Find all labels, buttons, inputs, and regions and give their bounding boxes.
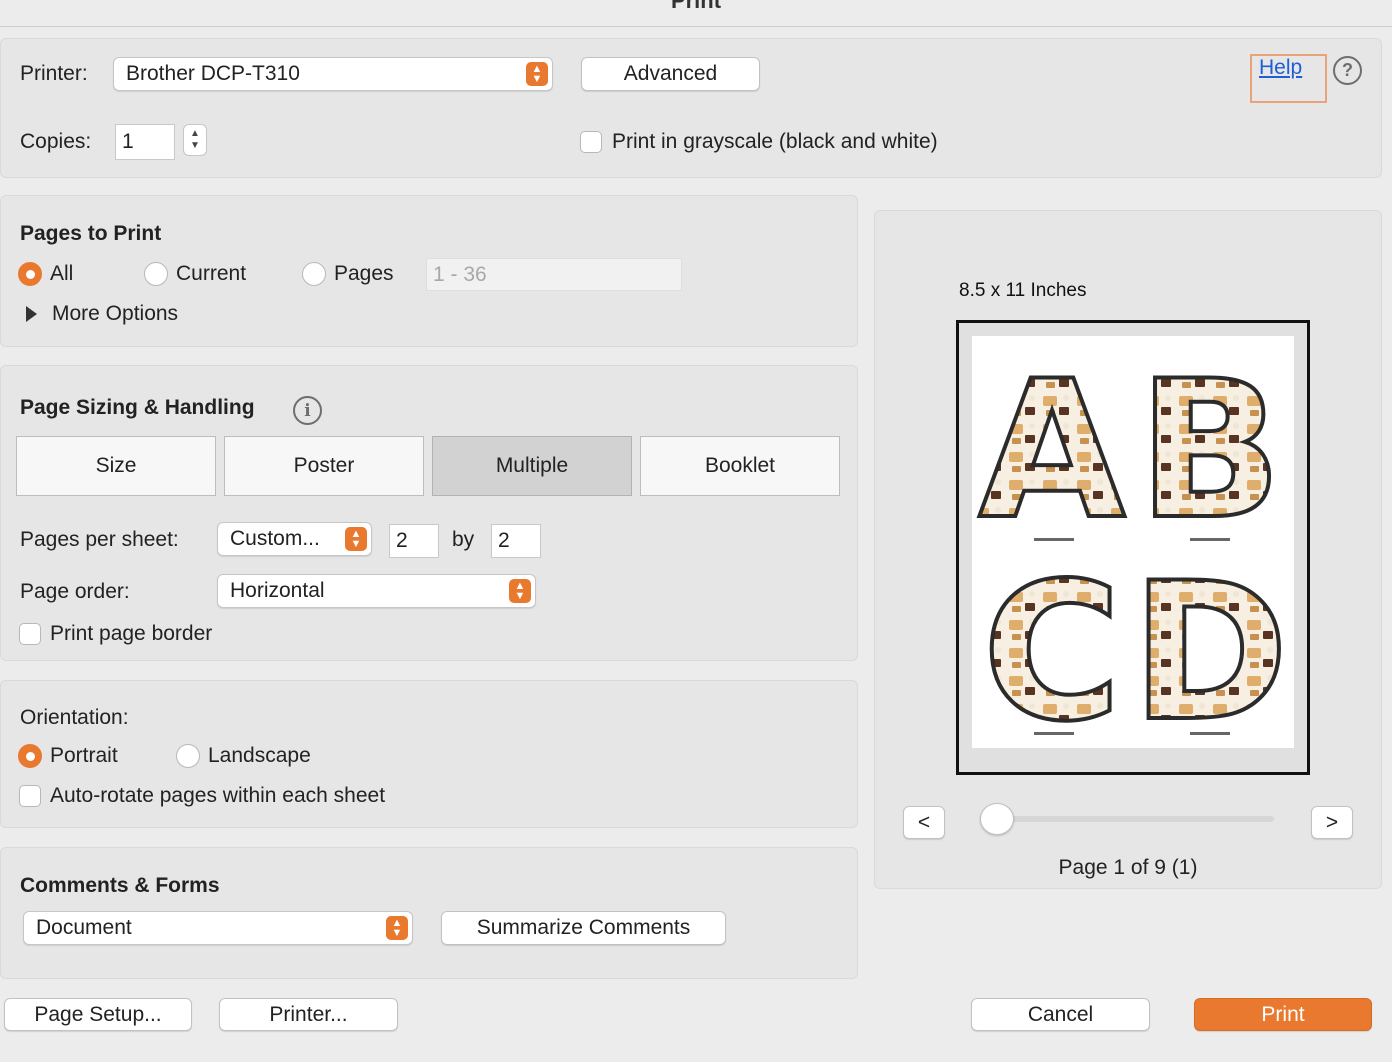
chevron-updown-icon: ▲ ▼	[345, 527, 367, 551]
columns-input[interactable]: 2	[389, 524, 439, 558]
advanced-button[interactable]: Advanced	[581, 57, 760, 91]
radio-all-label: All	[50, 262, 74, 285]
pages-per-sheet-select[interactable]: Custom... ▲ ▼	[217, 522, 372, 556]
by-label: by	[452, 528, 475, 551]
grayscale-label: Print in grayscale (black and white)	[612, 130, 938, 153]
printer-select[interactable]: Brother DCP-T310 ▲ ▼	[113, 57, 553, 91]
tab-poster[interactable]: Poster	[224, 436, 424, 496]
copies-stepper[interactable]: ▲ ▼	[183, 124, 207, 156]
stepper-down-icon[interactable]: ▼	[190, 140, 200, 152]
radio-portrait[interactable]	[18, 744, 42, 768]
auto-rotate-checkbox[interactable]	[19, 785, 41, 807]
more-options-label[interactable]: More Options	[52, 302, 178, 326]
copies-input[interactable]: 1	[115, 124, 175, 160]
grayscale-checkbox[interactable]	[580, 131, 602, 153]
info-icon[interactable]: i	[293, 396, 322, 425]
print-button[interactable]: Print	[1194, 998, 1372, 1031]
page-setup-button[interactable]: Page Setup...	[4, 998, 192, 1031]
preview-caption-mark	[1190, 538, 1230, 541]
preview-letter-a: A	[978, 340, 1125, 561]
preview-letters: A B C D	[976, 338, 1290, 765]
comments-forms-select[interactable]: Document ▲ ▼	[23, 911, 413, 945]
page-range-input[interactable]: 1 - 36	[426, 258, 682, 291]
auto-rotate-label: Auto-rotate pages within each sheet	[50, 784, 386, 807]
info-icon-glyph: i	[304, 400, 311, 421]
print-border-checkbox[interactable]	[19, 623, 41, 645]
rows-input[interactable]: 2	[491, 524, 541, 558]
radio-pages[interactable]	[302, 262, 326, 286]
pages-per-sheet-value: Custom...	[230, 527, 320, 550]
title-bar: Print	[0, 0, 1392, 27]
orientation-heading: Orientation:	[20, 706, 129, 729]
previous-page-button[interactable]: <	[903, 806, 945, 839]
page-order-value: Horizontal	[230, 579, 325, 602]
page-slider-track[interactable]	[997, 816, 1274, 822]
comments-forms-value: Document	[36, 916, 132, 939]
preview-caption-mark	[1190, 732, 1230, 735]
help-link[interactable]: Help	[1259, 56, 1302, 80]
help-icon-glyph: ?	[1342, 60, 1353, 80]
page-order-select[interactable]: Horizontal ▲ ▼	[217, 574, 536, 608]
window-title: Print	[670, 0, 722, 13]
printer-select-value: Brother DCP-T310	[126, 62, 300, 85]
radio-current[interactable]	[144, 262, 168, 286]
disclosure-triangle-icon[interactable]	[26, 306, 37, 322]
radio-landscape-label: Landscape	[208, 744, 311, 767]
preview-letter-b: B	[1138, 340, 1283, 561]
preview-letter-c: C	[982, 542, 1121, 748]
next-page-button[interactable]: >	[1311, 806, 1353, 839]
preview-caption-mark	[1034, 732, 1074, 735]
pages-per-sheet-label: Pages per sheet:	[20, 528, 179, 551]
radio-portrait-label: Portrait	[50, 744, 118, 767]
page-sizing-heading: Page Sizing & Handling	[20, 396, 255, 419]
summarize-comments-button[interactable]: Summarize Comments	[441, 911, 726, 945]
radio-all[interactable]	[18, 262, 42, 286]
radio-landscape[interactable]	[176, 744, 200, 768]
print-border-label: Print page border	[50, 622, 213, 645]
preview-caption-mark	[1034, 538, 1074, 541]
chevron-updown-icon: ▲ ▼	[386, 916, 408, 940]
tab-size[interactable]: Size	[16, 436, 216, 496]
page-order-label: Page order:	[20, 580, 130, 603]
tab-multiple[interactable]: Multiple	[432, 436, 632, 496]
pages-to-print-heading: Pages to Print	[20, 222, 162, 245]
help-icon[interactable]: ?	[1333, 56, 1362, 85]
page-range-placeholder: 1 - 36	[433, 262, 487, 286]
cancel-button[interactable]: Cancel	[971, 998, 1150, 1031]
tab-booklet[interactable]: Booklet	[640, 436, 840, 496]
page-slider-thumb[interactable]	[980, 803, 1014, 835]
radio-current-label: Current	[176, 262, 247, 285]
page-status: Page 1 of 9 (1)	[1058, 856, 1198, 879]
copies-label: Copies:	[20, 130, 92, 153]
radio-pages-label: Pages	[334, 262, 394, 285]
preview-letter-d: D	[1131, 542, 1289, 748]
paper-size-label: 8.5 x 11 Inches	[959, 280, 1087, 301]
preview-page: A B C D	[972, 336, 1294, 765]
preview-page-frame: A B C D	[956, 320, 1310, 775]
printer-button[interactable]: Printer...	[219, 998, 398, 1031]
printer-label: Printer:	[20, 62, 88, 85]
chevron-updown-icon: ▲ ▼	[526, 62, 548, 86]
chevron-updown-icon: ▲ ▼	[509, 579, 531, 603]
comments-forms-heading: Comments & Forms	[20, 874, 220, 897]
stepper-up-icon[interactable]: ▲	[190, 128, 200, 140]
